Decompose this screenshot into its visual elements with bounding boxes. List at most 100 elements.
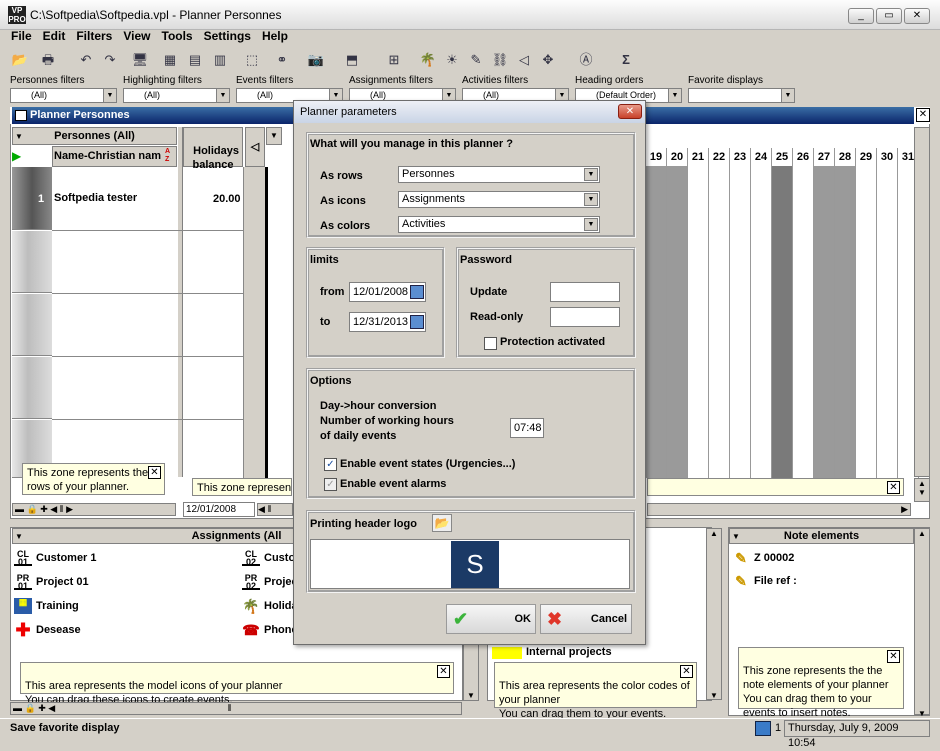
day-column[interactable] [730, 166, 751, 478]
close-icon[interactable]: ✕ [148, 466, 161, 479]
close-icon[interactable]: ✕ [437, 665, 450, 678]
palm-icon[interactable]: 🌴 [418, 50, 438, 70]
calendar-icon[interactable] [410, 285, 424, 299]
splitter[interactable] [177, 127, 183, 477]
favorite-displays-select[interactable]: ▼ [688, 88, 795, 103]
icons-select[interactable]: Assignments ▼ [398, 191, 600, 208]
menu-view[interactable]: View [123, 30, 150, 43]
day-column[interactable] [709, 166, 730, 478]
list-item[interactable]: CL 02 Custo [242, 550, 295, 567]
calendar-vscroll[interactable]: ▲ ▼ [914, 478, 930, 502]
menu-filters[interactable]: Filters [76, 30, 112, 43]
layout-icon[interactable]: ⊞ [384, 50, 404, 70]
color-item-label[interactable]: Internal projects [526, 646, 612, 658]
calendar-scrollbar[interactable]: ◀ ⦀ [257, 503, 293, 516]
day-header[interactable]: 20 [667, 148, 688, 166]
rows-scrollbar[interactable]: ▬ 🔒 ✚ ◀ ⦀ ▶ [12, 503, 176, 516]
update-password-field[interactable] [550, 282, 620, 302]
notes-vscroll[interactable]: ▲ ▼ [914, 528, 930, 718]
calendar-scrollbar-right[interactable]: ▶ [647, 503, 911, 516]
notes-header[interactable]: Note elements ▼ [729, 528, 914, 544]
minimize-button[interactable]: _ [848, 8, 874, 24]
sun-icon[interactable]: ☀ [442, 50, 462, 70]
day-column[interactable] [835, 166, 856, 478]
move-icon[interactable]: ✥ [538, 50, 558, 70]
rows-select[interactable]: Personnes ▼ [398, 166, 600, 183]
protection-checkbox[interactable] [484, 337, 497, 350]
event-states-checkbox[interactable]: ✓ [324, 458, 337, 471]
day-column[interactable] [793, 166, 814, 478]
menu-help[interactable]: Help [262, 30, 288, 43]
day-header[interactable]: 19 [646, 148, 667, 166]
select-icon[interactable]: ⬚ [242, 50, 262, 70]
list-item[interactable]: ✎ File ref : [732, 573, 797, 589]
text-icon[interactable]: Ⓐ [576, 50, 596, 70]
planner-close-button[interactable]: ✕ [916, 108, 930, 122]
close-icon[interactable]: ✕ [887, 650, 900, 663]
planner-vscroll[interactable] [914, 127, 930, 477]
list-item[interactable]: 🌴 Holida [242, 598, 297, 614]
day-header[interactable]: 25 [772, 148, 793, 166]
list-item[interactable]: ✎ Z 00002 [732, 550, 794, 566]
sort-az-icon[interactable]: A Z [165, 148, 175, 165]
calendar-icon[interactable] [410, 315, 424, 329]
personnes-filter-select[interactable]: (All) ▼ [10, 88, 117, 103]
close-button[interactable]: ✕ [904, 8, 930, 24]
link-icon[interactable]: ⛓ [490, 50, 510, 70]
row-name[interactable]: Softpedia tester [54, 192, 137, 204]
ok-button[interactable]: ✔ OK [446, 604, 536, 634]
highlighting-filter-select[interactable]: (All) ▼ [123, 88, 230, 103]
list-item[interactable]: PR 01 Project 01 [14, 574, 89, 591]
print-icon[interactable]: 🖶 [38, 50, 58, 70]
redo-icon[interactable]: ↷ [100, 50, 120, 70]
from-date-field[interactable]: 12/01/2008 [349, 282, 426, 302]
close-icon[interactable]: ✕ [680, 665, 693, 678]
chevron-down-icon[interactable]: ▼ [266, 127, 282, 145]
grid-view-icon[interactable]: ▦ [160, 50, 180, 70]
day-header[interactable]: 28 [835, 148, 856, 166]
day-header[interactable]: 30 [877, 148, 898, 166]
day-header[interactable]: 24 [751, 148, 772, 166]
menu-file[interactable]: File [11, 30, 32, 43]
calendar-icon[interactable]: ▥ [210, 50, 230, 70]
export-icon[interactable]: ⬒ [342, 50, 362, 70]
maximize-button[interactable]: ▭ [876, 8, 902, 24]
pen-icon[interactable]: ✎ [466, 50, 486, 70]
day-column[interactable] [688, 166, 709, 478]
table-row[interactable] [12, 357, 52, 419]
colors-vscroll[interactable]: ▲ ▼ [706, 528, 722, 700]
list-item[interactable]: PR 02 Projec [242, 574, 298, 591]
close-icon[interactable]: ✕ [887, 481, 900, 494]
day-column[interactable] [646, 166, 667, 478]
dialog-close-button[interactable]: ✕ [618, 104, 642, 119]
list-item[interactable]: ✚ Desease [14, 621, 80, 639]
menu-tools[interactable]: Tools [162, 30, 193, 43]
day-header[interactable]: 21 [688, 148, 709, 166]
binoculars-icon[interactable]: ⚭ [272, 50, 292, 70]
day-header[interactable]: 22 [709, 148, 730, 166]
folder-open-icon[interactable]: 📂 [432, 514, 452, 532]
sum-icon[interactable]: Σ [616, 50, 636, 70]
scroll-left-button[interactable]: ◁ [245, 127, 265, 167]
camera-icon[interactable]: 📷 [306, 50, 326, 70]
table-row[interactable] [12, 167, 52, 230]
cancel-button[interactable]: ✖ Cancel [540, 604, 632, 634]
day-header[interactable]: 27 [814, 148, 835, 166]
table-row[interactable] [12, 231, 52, 293]
readonly-password-field[interactable] [550, 307, 620, 327]
to-date-field[interactable]: 12/31/2013 [349, 312, 426, 332]
holidays-header[interactable]: Holidays balance [183, 127, 243, 171]
undo-icon[interactable]: ↶ [76, 50, 96, 70]
day-column[interactable] [877, 166, 898, 478]
day-column[interactable] [667, 166, 688, 478]
day-column[interactable] [856, 166, 877, 478]
name-column-header[interactable]: Name-Christian nam A Z [52, 146, 177, 167]
event-alarms-checkbox[interactable]: ✓ [324, 478, 337, 491]
list-item[interactable]: ☎ Phone [242, 622, 297, 638]
monitor-icon[interactable]: 🖥 [130, 50, 150, 70]
color-swatch[interactable] [492, 647, 522, 659]
day-column[interactable] [814, 166, 835, 478]
rows-header[interactable]: Personnes (All) ▼ [12, 127, 177, 145]
assignments-scrollbar[interactable]: ▬ 🔒 ✚ ◀ ⦀ [10, 702, 462, 715]
bottom-date-field[interactable]: 12/01/2008 [183, 502, 255, 517]
